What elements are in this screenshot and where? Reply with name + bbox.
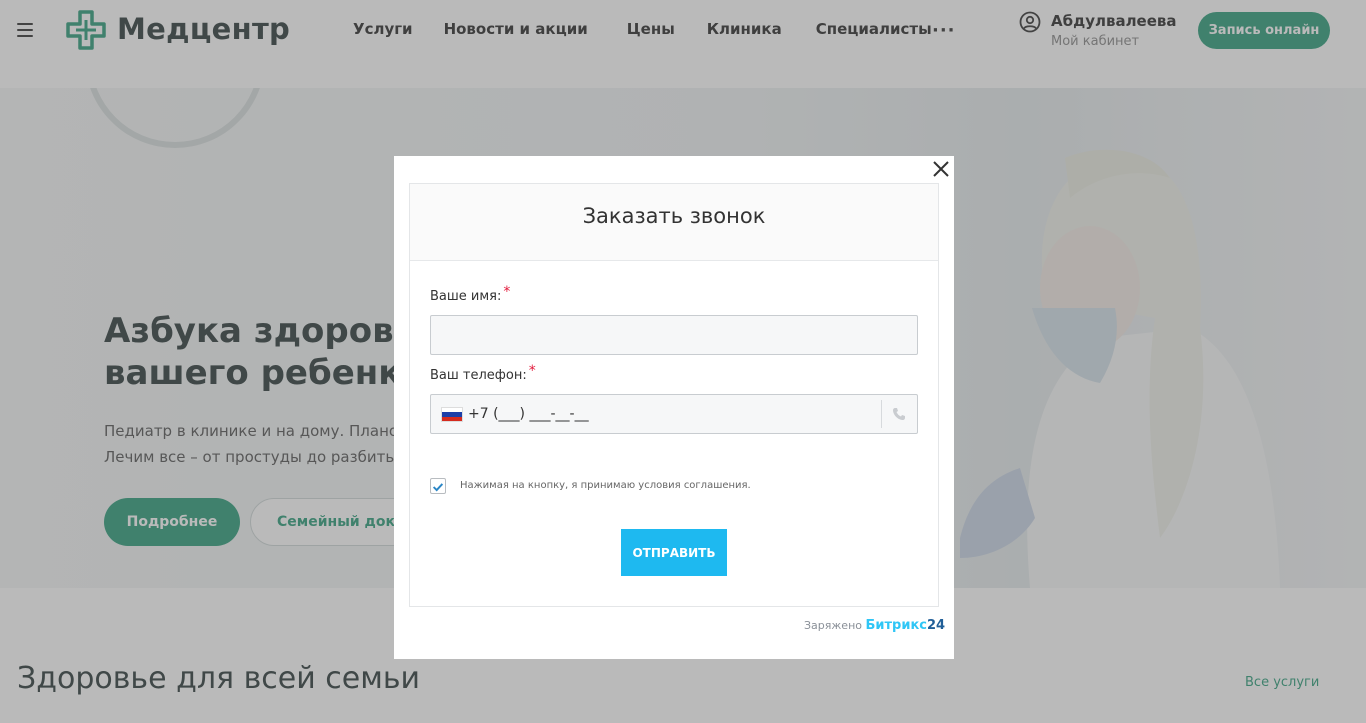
required-mark: * <box>503 284 511 300</box>
name-input[interactable] <box>430 315 918 355</box>
phone-label: Ваш телефон: * <box>430 363 536 383</box>
phone-input[interactable]: +7 (___) ___-__-__ <box>430 394 918 434</box>
bitrix-logo-number: 24 <box>927 618 946 633</box>
phone-icon <box>893 408 905 420</box>
bitrix-logo-text: Битрикс <box>865 618 928 633</box>
russia-flag-icon[interactable] <box>441 407 463 422</box>
phone-value: +7 (___) ___-__-__ <box>468 406 589 422</box>
agreement-label[interactable]: Нажимая на кнопку, я принимаю условия со… <box>460 480 751 491</box>
name-label-text: Ваше имя: <box>430 289 502 304</box>
checkmark-icon <box>432 483 444 492</box>
form-title: Заказать звонок <box>582 204 766 228</box>
phone-label-text: Ваш телефон: <box>430 368 527 383</box>
phone-divider <box>881 400 882 428</box>
form-header: Заказать звонок <box>410 184 938 261</box>
powered-prefix: Заряжено <box>804 619 862 632</box>
close-icon[interactable] <box>930 158 952 180</box>
required-mark: * <box>528 363 536 379</box>
agreement-checkbox[interactable] <box>430 478 446 494</box>
submit-button[interactable]: ОТПРАВИТЬ <box>621 529 727 576</box>
callback-form: Заказать звонок Ваше имя: * Ваш телефон: *… <box>409 183 939 607</box>
callback-modal: Заказать звонок Ваше имя: * Ваш телефон: *… <box>394 156 954 659</box>
name-label: Ваше имя: * <box>430 284 510 304</box>
powered-by-bitrix24[interactable]: Заряжено Битрикс24 <box>804 618 945 633</box>
